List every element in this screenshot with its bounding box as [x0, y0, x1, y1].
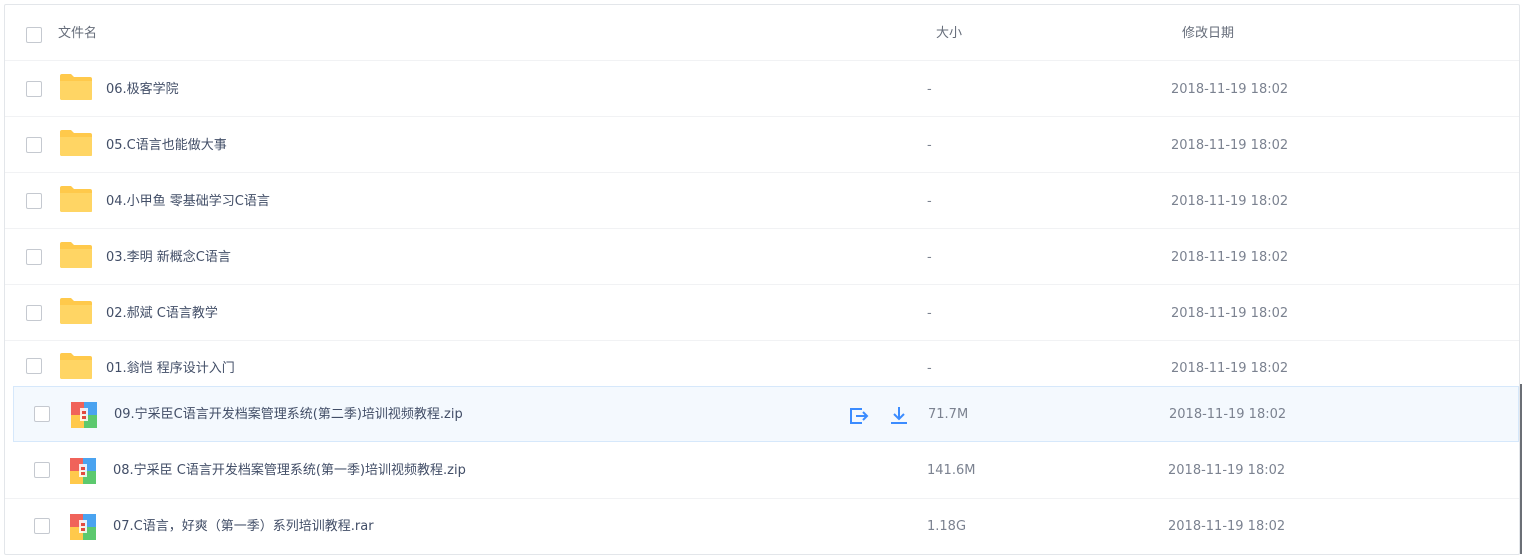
row-checkbox[interactable]: [34, 406, 50, 422]
file-date: 2018-11-19 18:02: [1169, 407, 1287, 422]
file-row[interactable]: 07.C语言，好爽（第一季）系列培训教程.rar 1.18G 2018-11-1…: [5, 499, 1519, 555]
archive-icon: [70, 458, 96, 484]
folder-row[interactable]: 02.郝斌 C语言教学 - 2018-11-19 18:02: [5, 285, 1519, 341]
folder-date: 2018-11-19 18:02: [1171, 250, 1289, 265]
folder-icon: [60, 186, 92, 212]
share-icon[interactable]: [848, 405, 870, 427]
folder-name[interactable]: 03.李明 新概念C语言: [106, 250, 231, 266]
folder-name[interactable]: 01.翁恺 程序设计入门: [106, 361, 235, 377]
archive-icon: [71, 402, 97, 428]
row-checkbox[interactable]: [34, 518, 50, 534]
archive-icon: [70, 514, 96, 540]
row-checkbox[interactable]: [26, 81, 42, 97]
file-row-hovered[interactable]: 09.宁采臣C语言开发档案管理系统(第二季)培训视频教程.zip 71.7M 2…: [13, 386, 1519, 442]
file-size: 1.18G: [927, 519, 967, 534]
row-checkbox[interactable]: [34, 462, 50, 478]
file-name[interactable]: 08.宁采臣 C语言开发档案管理系统(第一季)培训视频教程.zip: [113, 463, 466, 479]
file-date: 2018-11-19 18:02: [1168, 519, 1286, 534]
folder-size: -: [927, 306, 932, 321]
scrollbar[interactable]: [1520, 384, 1522, 554]
folder-size: -: [927, 82, 932, 97]
folder-icon: [60, 353, 92, 379]
row-checkbox[interactable]: [26, 137, 42, 153]
folder-icon: [60, 130, 92, 156]
file-size: 141.6M: [927, 463, 976, 478]
file-size: 71.7M: [928, 407, 969, 422]
file-list-header: 文件名 大小 修改日期: [5, 5, 1519, 61]
folder-row[interactable]: 03.李明 新概念C语言 - 2018-11-19 18:02: [5, 229, 1519, 285]
folder-icon: [60, 74, 92, 100]
folder-name[interactable]: 02.郝斌 C语言教学: [106, 306, 218, 322]
folder-size: -: [927, 138, 932, 153]
folder-row[interactable]: 06.极客学院 - 2018-11-19 18:02: [5, 61, 1519, 117]
folder-row[interactable]: 04.小甲鱼 零基础学习C语言 - 2018-11-19 18:02: [5, 173, 1519, 229]
column-header-date[interactable]: 修改日期: [1182, 26, 1234, 42]
folder-name[interactable]: 05.C语言也能做大事: [106, 138, 227, 154]
file-list-panel: 文件名 大小 修改日期 06.极客学院 - 2018-11-19 18:02 0…: [4, 4, 1520, 555]
file-date: 2018-11-19 18:02: [1168, 463, 1286, 478]
folder-row[interactable]: 05.C语言也能做大事 - 2018-11-19 18:02: [5, 117, 1519, 173]
column-header-size[interactable]: 大小: [936, 26, 962, 42]
folder-size: -: [927, 361, 932, 376]
folder-date: 2018-11-19 18:02: [1171, 82, 1289, 97]
folder-size: -: [927, 194, 932, 209]
file-name[interactable]: 09.宁采臣C语言开发档案管理系统(第二季)培训视频教程.zip: [114, 407, 463, 423]
select-all-checkbox[interactable]: [26, 27, 42, 43]
row-checkbox[interactable]: [26, 305, 42, 321]
folder-size: -: [927, 250, 932, 265]
file-row[interactable]: 08.宁采臣 C语言开发档案管理系统(第一季)培训视频教程.zip 141.6M…: [5, 443, 1519, 499]
folder-row[interactable]: 01.翁恺 程序设计入门 - 2018-11-19 18:02: [5, 341, 1519, 387]
folder-icon: [60, 298, 92, 324]
file-name[interactable]: 07.C语言，好爽（第一季）系列培训教程.rar: [113, 519, 374, 535]
folder-icon: [60, 242, 92, 268]
row-checkbox[interactable]: [26, 193, 42, 209]
row-checkbox[interactable]: [26, 358, 42, 374]
row-checkbox[interactable]: [26, 249, 42, 265]
folder-date: 2018-11-19 18:02: [1171, 361, 1289, 376]
folder-date: 2018-11-19 18:02: [1171, 138, 1289, 153]
folder-date: 2018-11-19 18:02: [1171, 194, 1289, 209]
folder-date: 2018-11-19 18:02: [1171, 306, 1289, 321]
folder-name[interactable]: 04.小甲鱼 零基础学习C语言: [106, 194, 270, 210]
download-icon[interactable]: [888, 405, 910, 427]
folder-name[interactable]: 06.极客学院: [106, 82, 179, 98]
column-header-name[interactable]: 文件名: [58, 26, 97, 42]
